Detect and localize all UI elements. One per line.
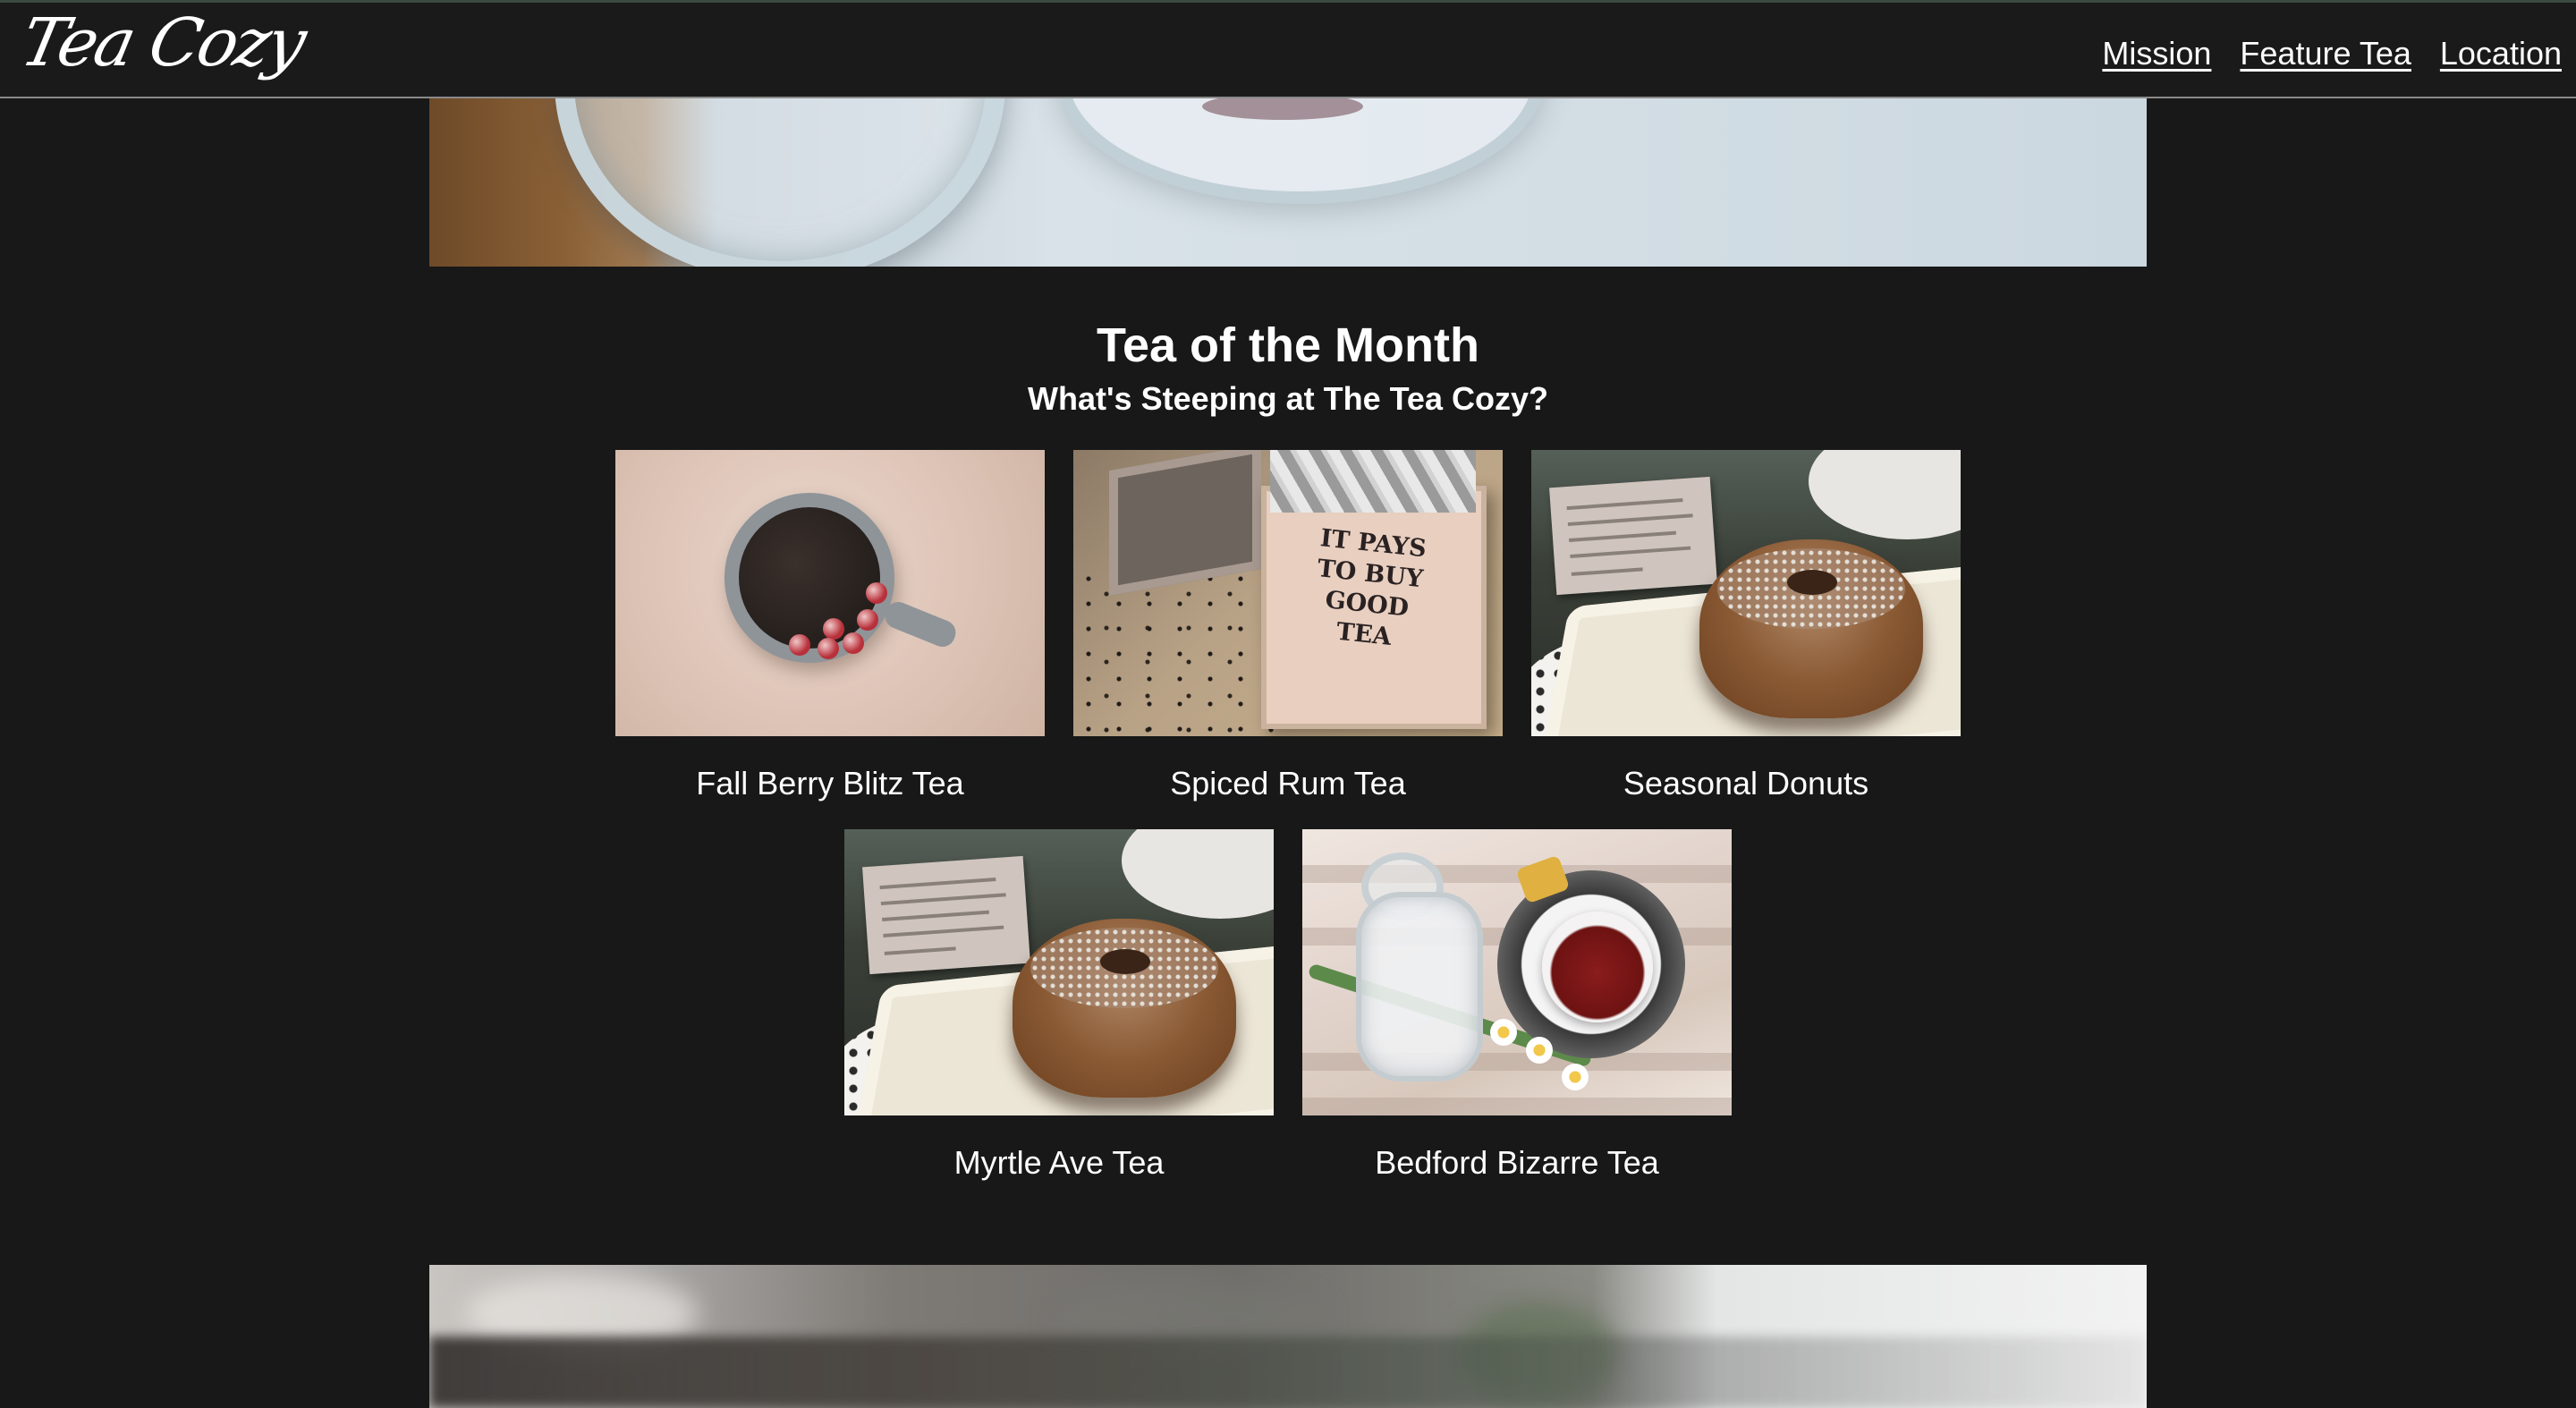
glass-jar xyxy=(555,98,1005,267)
tea-name: Myrtle Ave Tea xyxy=(953,1144,1165,1181)
paper-sign xyxy=(1549,476,1717,596)
glass-jar xyxy=(1055,98,1546,204)
spiced-rum-tea-box-photo: IT PAYS TO BUY GOOD TEA xyxy=(1073,450,1503,736)
round-plate xyxy=(1809,450,1961,539)
blurred-fence xyxy=(429,1336,2147,1408)
foil-wrapper xyxy=(1270,450,1476,513)
berry xyxy=(857,609,878,631)
section-subtitle: What's Steeping at The Tea Cozy? xyxy=(1028,380,1548,417)
tea-card: IT PAYS TO BUY GOOD TEA Spiced Rum Tea xyxy=(1073,450,1503,802)
section-title: Tea of the Month xyxy=(1097,318,1479,372)
mug-handle xyxy=(881,598,960,651)
hero-image-top xyxy=(429,98,2147,267)
tea-card: Myrtle Ave Tea xyxy=(844,829,1274,1182)
tea-card: Bedford Bizarre Tea xyxy=(1302,829,1732,1182)
donut xyxy=(1699,539,1923,718)
logo[interactable]: Tea Cozy xyxy=(14,4,310,81)
round-plate xyxy=(1122,829,1274,919)
tea-name: Seasonal Donuts xyxy=(1623,765,1869,802)
donut xyxy=(1013,919,1236,1098)
hero-image-bottom xyxy=(429,1265,2147,1408)
tea-cup xyxy=(1542,912,1653,1022)
berry xyxy=(789,634,810,656)
sugar-jar xyxy=(1356,892,1483,1081)
donut-photo xyxy=(844,829,1274,1115)
tea-name: Fall Berry Blitz Tea xyxy=(696,765,964,802)
berry-tea-photo xyxy=(615,450,1045,736)
flower xyxy=(1526,1037,1553,1064)
site-header: Tea Cozy Mission Feature Tea Location xyxy=(0,0,2576,98)
nav-link-location[interactable]: Location xyxy=(2440,35,2562,72)
tea-card: Seasonal Donuts xyxy=(1531,450,1961,802)
red-tea-cup-photo xyxy=(1302,829,1732,1115)
paper-sign xyxy=(862,855,1030,975)
berry xyxy=(818,638,839,659)
nav-link-feature-tea[interactable]: Feature Tea xyxy=(2240,35,2411,72)
main-nav: Mission Feature Tea Location xyxy=(2102,35,2562,72)
nav-link-mission[interactable]: Mission xyxy=(2102,35,2211,72)
tea-box-label: IT PAYS TO BUY GOOD TEA xyxy=(1316,524,1428,651)
berry xyxy=(823,618,844,640)
tea-name: Bedford Bizarre Tea xyxy=(1375,1144,1659,1181)
tea-surface xyxy=(739,507,880,649)
donut-photo xyxy=(1531,450,1961,736)
tea-name: Spiced Rum Tea xyxy=(1170,765,1406,802)
flower xyxy=(1490,1019,1517,1046)
tea-card: Fall Berry Blitz Tea xyxy=(615,450,1045,802)
flower xyxy=(1562,1064,1589,1090)
loose-tea-leaves xyxy=(1073,566,1279,736)
berry xyxy=(843,632,864,654)
berry xyxy=(866,582,887,604)
